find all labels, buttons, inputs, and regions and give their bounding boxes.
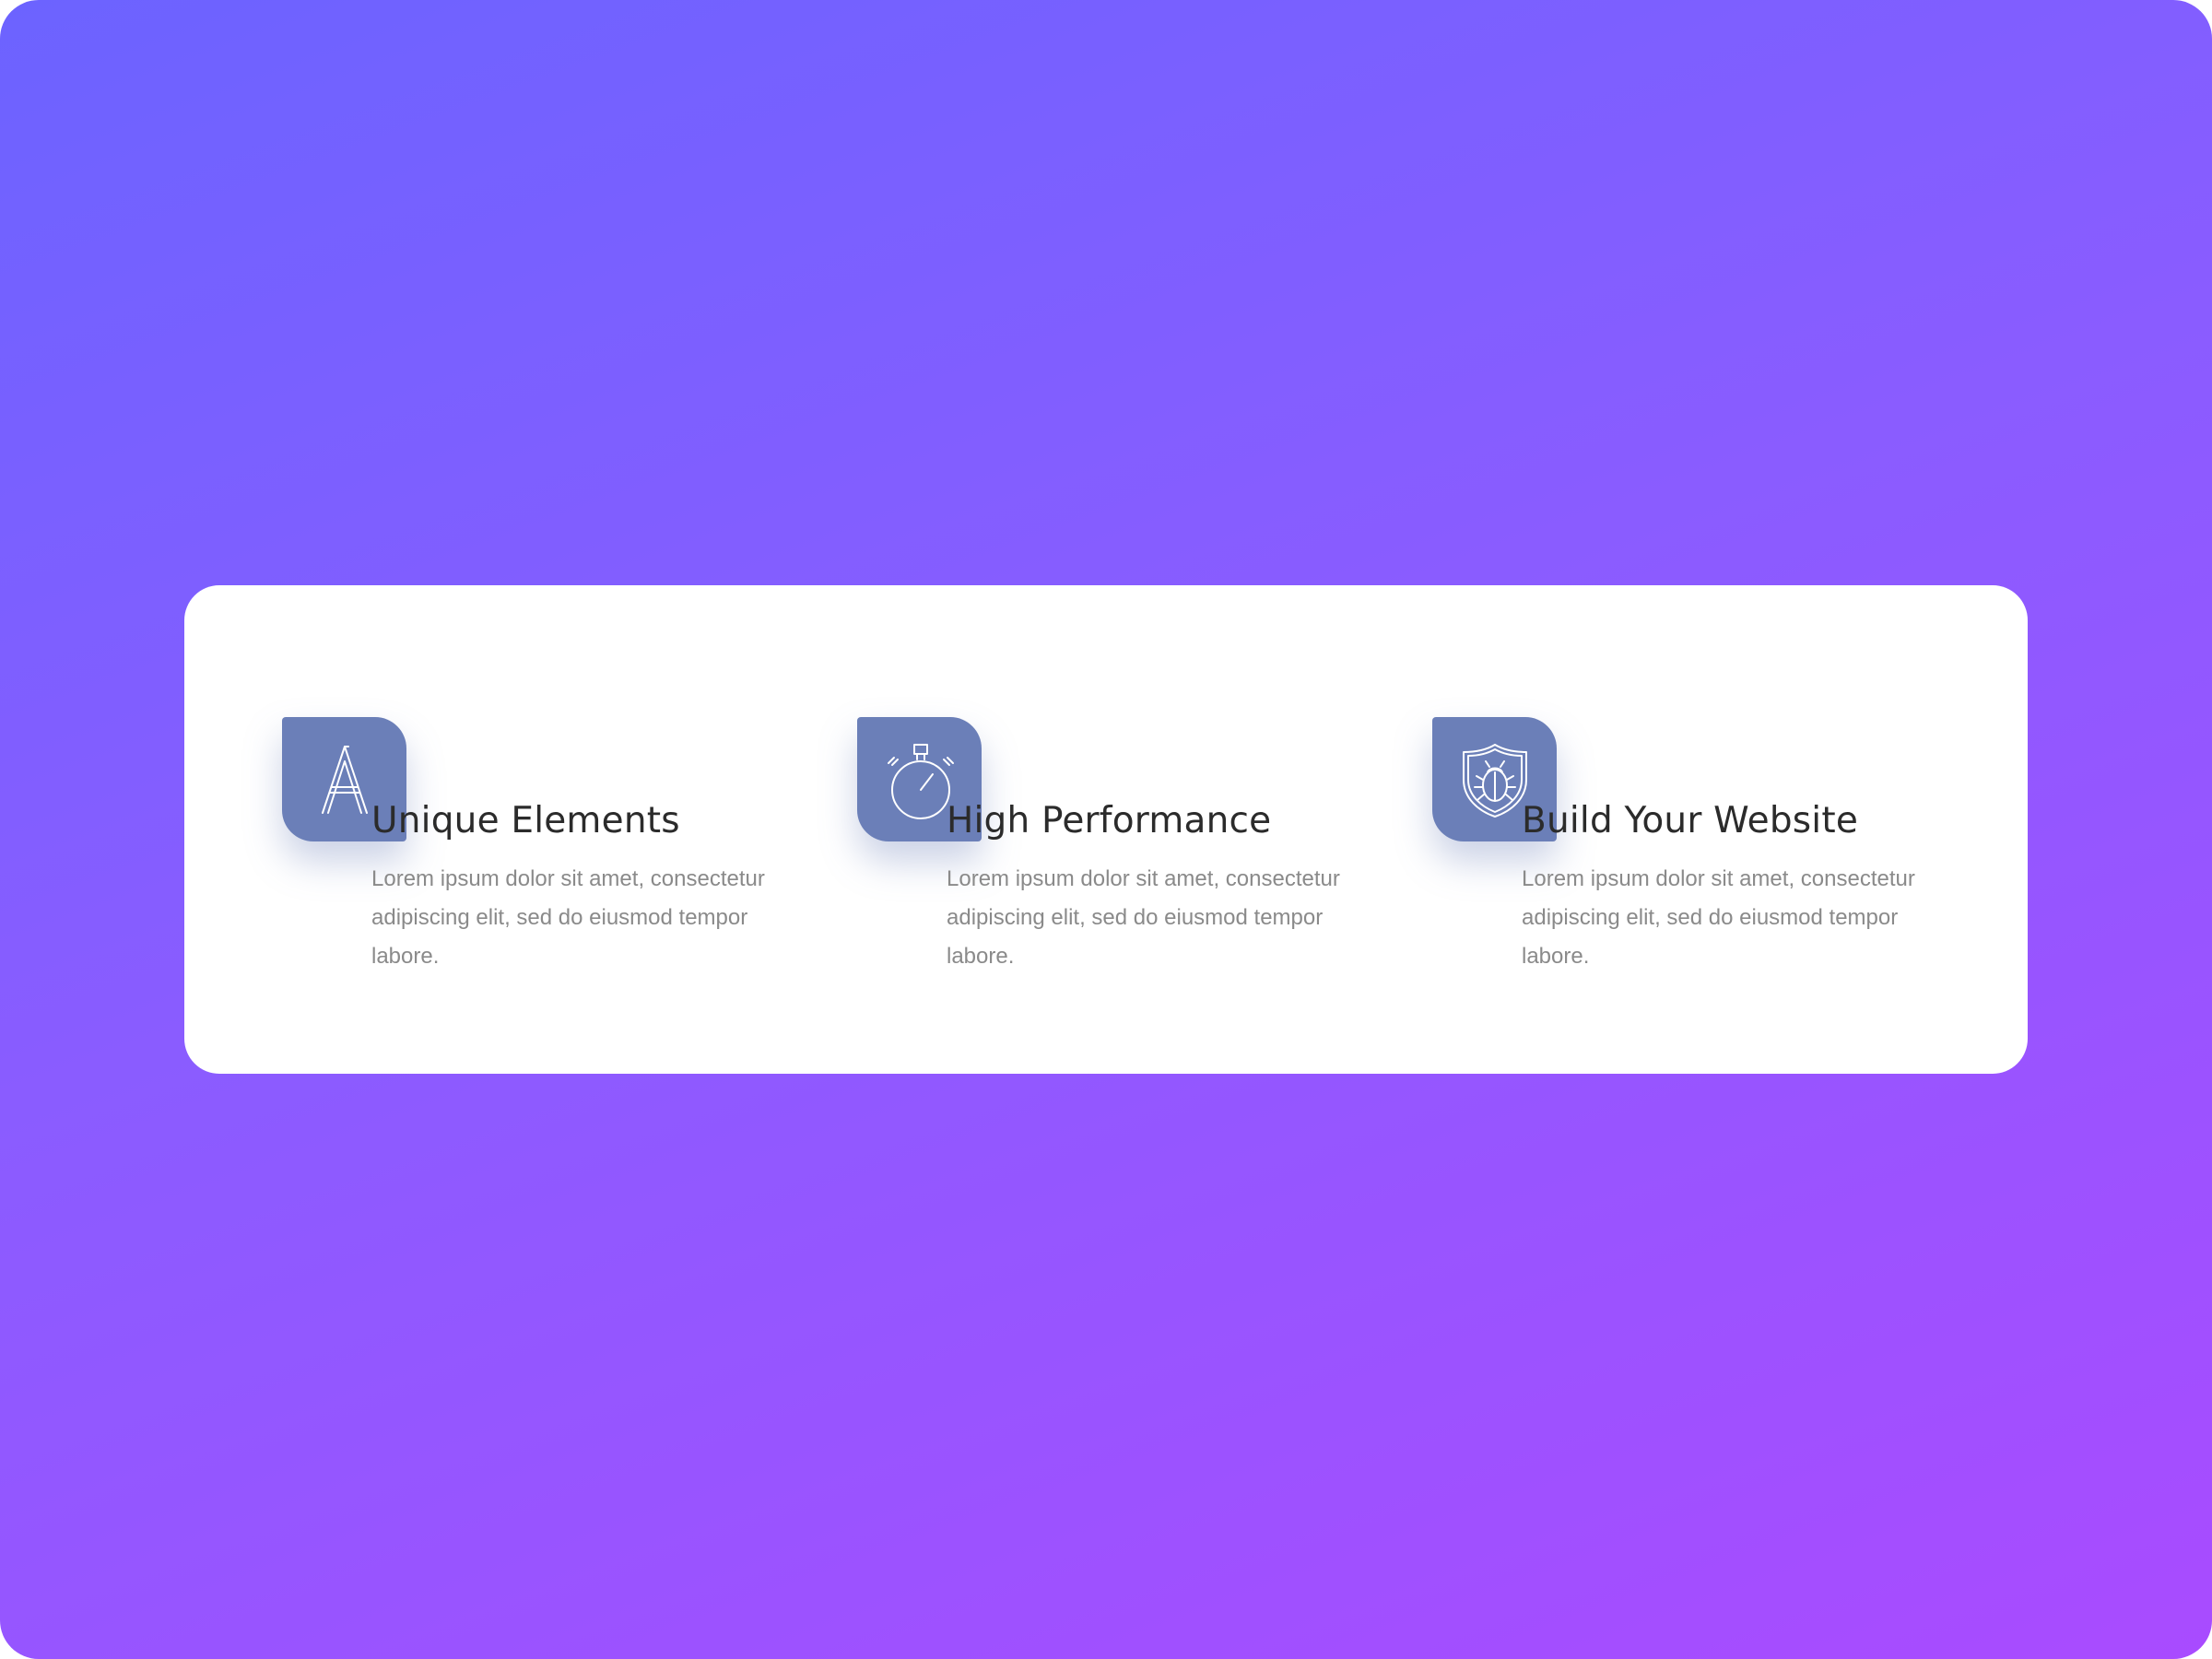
feature-description: Lorem ipsum dolor sit amet, consectetur … (371, 866, 765, 969)
feature-item-unique-elements: Unique Elements Lorem ipsum dolor sit am… (282, 717, 798, 1012)
feature-item-build-your-website: Build Your Website Lorem ipsum dolor sit… (1432, 717, 1948, 1012)
feature-description: Lorem ipsum dolor sit amet, consectetur … (1522, 866, 1915, 969)
feature-title: Unique Elements (371, 800, 680, 841)
feature-description: Lorem ipsum dolor sit amet, consectetur … (947, 866, 1340, 969)
feature-item-high-performance: High Performance Lorem ipsum dolor sit a… (857, 717, 1373, 1012)
features-card: Unique Elements Lorem ipsum dolor sit am… (184, 585, 2028, 1074)
page-background: Unique Elements Lorem ipsum dolor sit am… (0, 0, 2212, 1659)
feature-title: Build Your Website (1522, 800, 1859, 841)
feature-title: High Performance (947, 800, 1272, 841)
